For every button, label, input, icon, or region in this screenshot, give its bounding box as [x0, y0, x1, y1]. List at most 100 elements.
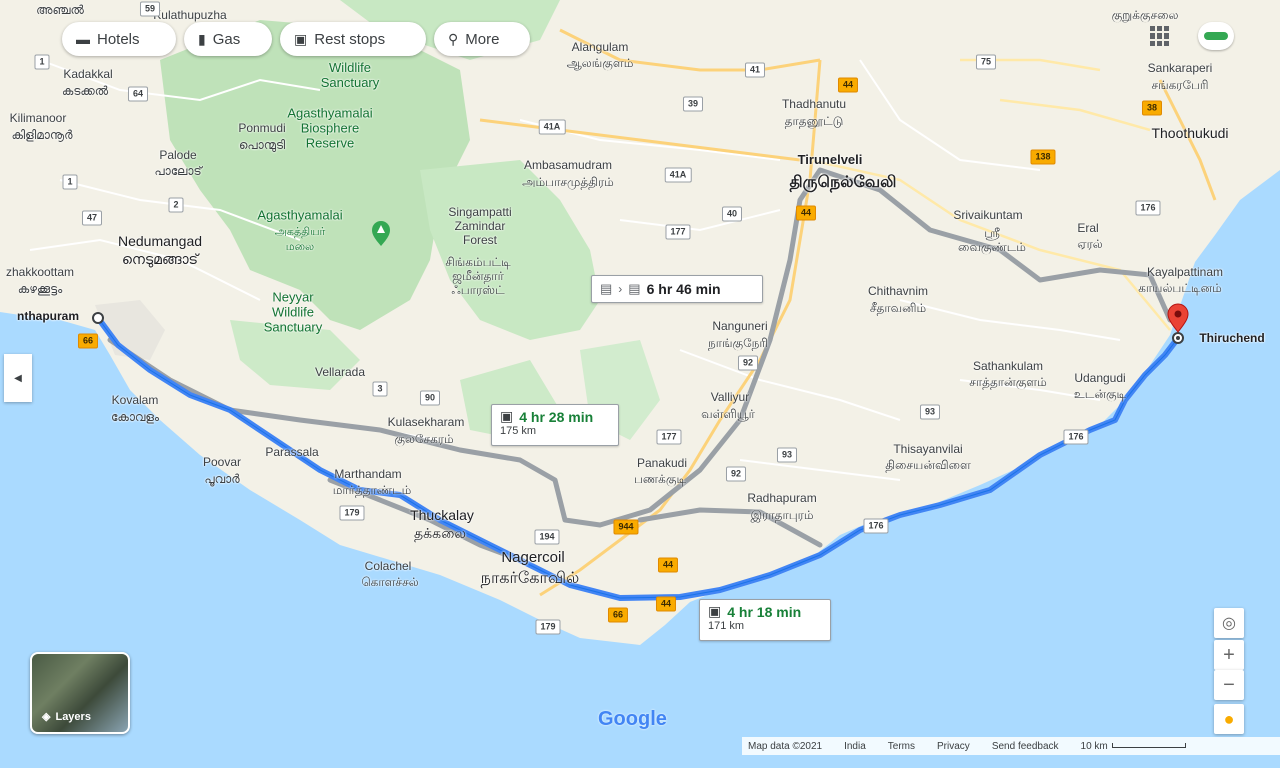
car-icon: ▣: [708, 603, 722, 619]
place-label: Udangudi: [1074, 371, 1126, 385]
road-shield: 59: [139, 1, 161, 17]
road-shield: 66: [607, 607, 629, 623]
road-shield: 44: [837, 77, 859, 93]
place-label: வள்ளியூர்: [701, 407, 755, 421]
place-label: Parassala: [265, 445, 319, 459]
place-label: இராதாபுரம்: [750, 508, 814, 522]
place-label: Kulasekharam: [387, 415, 465, 429]
zoom-out-button[interactable]: −: [1214, 670, 1244, 700]
chip-label: Rest stops: [314, 30, 386, 48]
more-chip[interactable]: ⚲ More: [434, 22, 530, 56]
place-label: ஆலங்குளம்: [566, 56, 634, 70]
india-link[interactable]: India: [844, 741, 866, 752]
place-label: Thadhanutu: [781, 97, 847, 111]
rest-stops-chip[interactable]: ▣ Rest stops: [280, 22, 426, 56]
place-label: Panakudi: [636, 456, 688, 470]
place-label: குறுக்குசலை: [1111, 8, 1179, 22]
place-label: Colachel: [364, 559, 412, 573]
send-feedback-link[interactable]: Send feedback: [992, 741, 1059, 752]
plus-icon: +: [1223, 643, 1235, 666]
search-icon: ⚲: [448, 30, 459, 47]
place-label: Alangulam: [571, 40, 629, 54]
road-shield: 93: [776, 447, 798, 463]
place-label: Kayalpattinam: [1146, 265, 1224, 279]
place-label: Valliyur: [710, 390, 750, 404]
road-shield: 44: [795, 205, 817, 221]
place-label: Nanguneri: [712, 319, 768, 333]
place-label: Eral: [1077, 221, 1099, 235]
place-label: Ponmudi: [238, 121, 286, 135]
road-shield: 179: [535, 619, 561, 635]
city-label: Tirunelveli: [797, 152, 863, 167]
road-shield: 38: [1141, 100, 1163, 116]
city-label: Nagercoil: [501, 549, 565, 566]
terms-link[interactable]: Terms: [888, 741, 915, 752]
place-label: நாங்குநேரி: [708, 336, 768, 350]
road-shield: 176: [1063, 429, 1089, 445]
park-label: Agasthyamalai Biosphere Reserve: [287, 105, 373, 151]
road-shield: 75: [975, 54, 997, 70]
zoom-in-button[interactable]: +: [1214, 640, 1244, 670]
road-shield: 194: [534, 529, 560, 545]
place-label: zhakkoottam: [5, 265, 75, 279]
chip-label: More: [465, 30, 500, 48]
train-icon: ▤: [628, 281, 641, 296]
pegman-button[interactable]: ●: [1214, 704, 1244, 734]
car-icon: ▣: [294, 30, 308, 47]
road-shield: 44: [657, 557, 679, 573]
apps-grid-icon[interactable]: [1150, 26, 1170, 46]
place-label: தக்கலை: [414, 525, 466, 541]
place-label: Poovar: [202, 455, 242, 469]
google-logo: Google: [598, 708, 667, 730]
place-label: காயல்பட்டினம்: [1138, 281, 1222, 295]
place-label: Palode: [159, 148, 197, 162]
road-shield: 93: [919, 404, 941, 420]
scale-ruler: [1111, 743, 1186, 749]
road-shield: 90: [419, 390, 441, 406]
attribution-bar: Map data ©2021 India Terms Privacy Send …: [742, 737, 1280, 755]
place-label: Kulathupuzha: [153, 8, 227, 22]
scale-bar[interactable]: 10 km: [1081, 741, 1186, 752]
park-label: அகத்தியர் மலை: [274, 226, 326, 253]
collapse-panel-button[interactable]: ◀: [4, 354, 32, 402]
layers-icon: ◈: [42, 711, 51, 723]
transit-route-callout[interactable]: ▤ › ▤ 6 hr 46 min: [591, 275, 763, 303]
place-label: കിളിമാനൂർ: [11, 128, 73, 142]
account-avatar[interactable]: [1198, 22, 1234, 50]
alt-route-callout[interactable]: ▣ 4 hr 28 min 175 km: [491, 404, 619, 446]
place-label: പൊന്മുടി: [238, 138, 286, 152]
privacy-link[interactable]: Privacy: [937, 741, 970, 752]
place-label: Thuckalay: [410, 507, 474, 523]
layers-button[interactable]: ◈ Layers: [30, 652, 130, 734]
destination-label: Thiruchend: [1199, 331, 1265, 345]
road-shield: 176: [863, 518, 889, 534]
hotels-chip[interactable]: ▬ Hotels: [62, 22, 176, 56]
road-shield: 1: [62, 174, 78, 190]
place-label: தாதனூட்டு: [784, 114, 844, 128]
transit-duration: 6 hr 46 min: [646, 281, 721, 297]
place-label: Marthandam: [334, 467, 402, 481]
main-route-duration: 4 hr 18 min: [727, 603, 802, 620]
road-shield: 176: [1135, 200, 1161, 216]
road-shield: 39: [682, 96, 704, 112]
origin-marker: [92, 312, 104, 324]
map-canvas[interactable]: Kulathupuzha അഞ്ചൽ Alangulam ஆலங்குளம் K…: [0, 0, 1280, 768]
road-shield: 41A: [538, 119, 566, 135]
place-label: Thisayanvilai: [893, 442, 963, 456]
park-label: Neyyar Wildlife Sanctuary: [263, 289, 323, 335]
road-shield: 41: [744, 62, 766, 78]
road-shield: 41A: [664, 167, 692, 183]
scale-label: 10 km: [1080, 740, 1108, 752]
main-route-callout[interactable]: ▣ 4 hr 18 min 171 km: [699, 599, 831, 641]
city-label: திருநெல்வேலி: [789, 174, 897, 191]
gas-chip[interactable]: ▮ Gas: [184, 22, 272, 56]
chevron-right-icon: ›: [618, 282, 623, 296]
park-label: Agasthyamalai: [257, 207, 343, 223]
road-shield: 66: [77, 333, 99, 349]
my-location-button[interactable]: ◎: [1214, 608, 1244, 638]
chip-label: Hotels: [97, 30, 140, 48]
train-icon: ▤: [600, 281, 613, 296]
road-shield: 40: [721, 206, 743, 222]
place-label: കടക്കൽ: [61, 84, 109, 98]
place-label: Chithavnim: [867, 284, 929, 298]
